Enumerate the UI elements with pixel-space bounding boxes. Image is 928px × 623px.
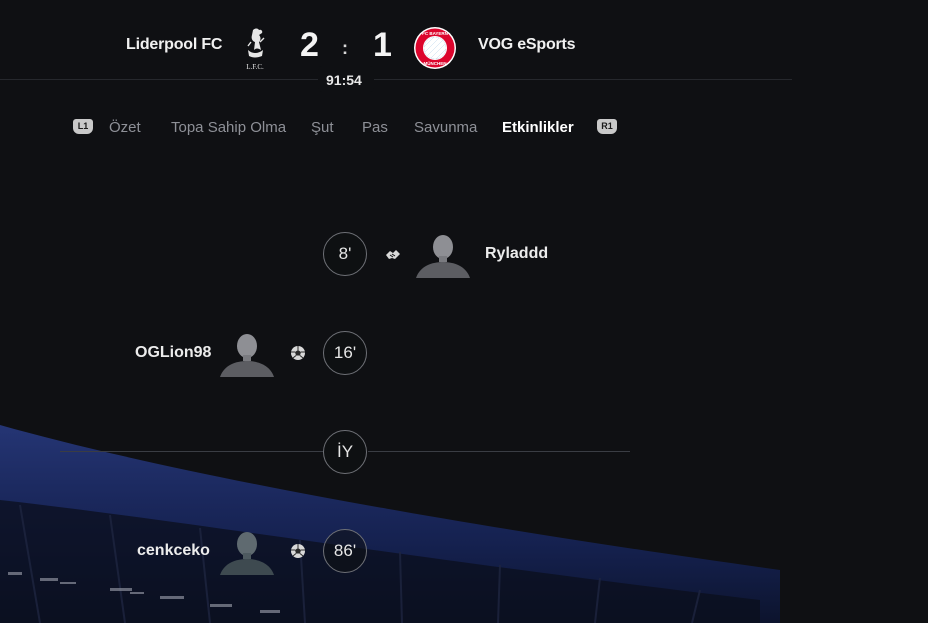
event-minute-bubble: 16' — [323, 331, 367, 375]
ball-icon — [291, 544, 305, 558]
event-player-name: cenkceko — [137, 542, 210, 559]
event-minute-bubble: 86' — [323, 529, 367, 573]
player-avatar — [220, 532, 274, 575]
event-player-name: OGLion98 — [135, 344, 212, 361]
event-minute-bubble: 8' — [323, 232, 367, 276]
half-time-line-left — [60, 451, 323, 452]
player-avatar — [220, 334, 274, 377]
ball-icon — [291, 346, 305, 360]
half-time-line-right — [368, 451, 630, 452]
event-player-name: Ryladdd — [485, 245, 549, 262]
half-time-bubble: İY — [323, 430, 367, 474]
assist-icon — [386, 250, 400, 259]
player-avatar — [416, 235, 470, 278]
events-timeline: 8' Ryladdd OGLion98 16' İY cenkceko 86' — [0, 0, 928, 623]
